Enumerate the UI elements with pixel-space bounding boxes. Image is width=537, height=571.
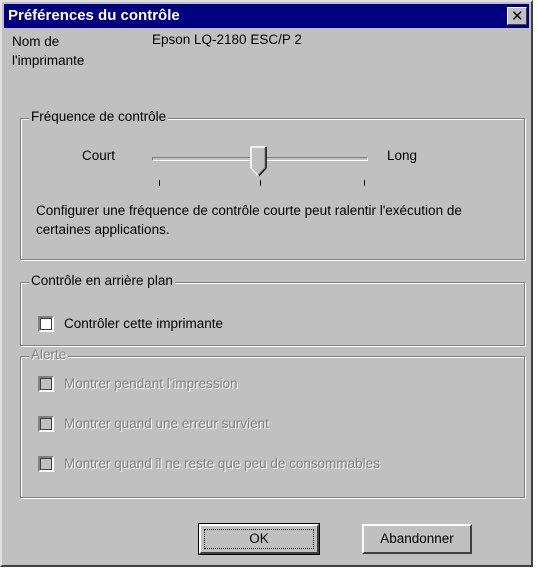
slider-tick: [159, 180, 160, 186]
slider-tick: [364, 180, 365, 186]
alert-consumables-checkbox: [38, 456, 54, 472]
close-icon: ✕: [511, 7, 524, 25]
slider-long-label: Long: [387, 148, 418, 163]
ok-button[interactable]: OK: [198, 523, 320, 555]
ok-focus-rect: [204, 529, 314, 549]
frequency-description: Configurer une fréquence de contrôle cou…: [36, 203, 462, 237]
printer-name-value: Epson LQ-2180 ESC/P 2: [152, 32, 302, 47]
cancel-button-label: Abandonner: [380, 531, 454, 546]
frequency-group-label: Fréquence de contrôle: [29, 109, 169, 124]
dialog-window: Préférences du contrôle ✕ Nom de l'impri…: [0, 0, 533, 567]
background-monitoring-group: Contrôle en arrière plan: [20, 273, 525, 346]
slider-short-label: Court: [82, 148, 116, 163]
monitor-printer-label[interactable]: Contrôler cette imprimante: [64, 316, 223, 331]
cancel-button[interactable]: Abandonner: [362, 524, 472, 554]
alert-consumables-label: Montrer quand il ne reste que peu de con…: [64, 456, 380, 471]
alert-error-checkbox: [38, 416, 54, 432]
frequency-slider-thumb[interactable]: [250, 146, 268, 178]
window-title: Préférences du contrôle: [8, 7, 180, 24]
close-button[interactable]: ✕: [507, 7, 527, 25]
printer-name-label: Nom de l'imprimante: [12, 34, 85, 68]
alert-printing-checkbox: [38, 376, 54, 392]
monitor-printer-checkbox[interactable]: [38, 316, 54, 332]
alert-group-label: Alerte: [29, 347, 69, 362]
slider-tick: [260, 180, 261, 186]
alert-error-label: Montrer quand une erreur survient: [64, 416, 269, 431]
title-bar[interactable]: Préférences du contrôle ✕: [4, 4, 529, 28]
alert-printing-label: Montrer pendant l'impression: [64, 376, 238, 391]
background-group-label: Contrôle en arrière plan: [29, 273, 175, 288]
